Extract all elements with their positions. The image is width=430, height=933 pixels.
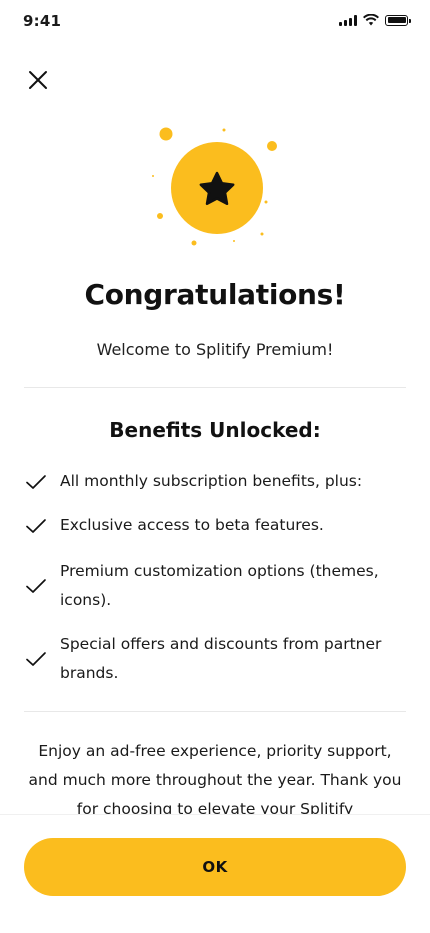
checkmark-icon (26, 518, 46, 533)
cellular-signal-icon (339, 14, 357, 26)
checkmark-icon (26, 474, 46, 489)
benefit-label: All monthly subscription benefits, plus: (60, 472, 363, 490)
status-icons (339, 14, 411, 26)
benefit-item: Special offers and discounts from partne… (24, 630, 406, 688)
battery-icon (385, 14, 411, 26)
benefit-label: Premium customization options (themes, i… (60, 562, 379, 609)
benefit-label: Special offers and discounts from partne… (60, 635, 382, 682)
benefit-label: Exclusive access to beta features. (60, 516, 324, 534)
checkmark-icon (26, 652, 46, 666)
wifi-icon (363, 14, 379, 26)
benefit-item: Premium customization options (themes, i… (24, 557, 406, 615)
divider (24, 387, 406, 388)
divider (24, 711, 406, 712)
checkmark-icon (26, 579, 46, 593)
footer-description: Enjoy an ad-free experience, priority su… (28, 742, 402, 814)
benefits-heading: Benefits Unlocked: (109, 418, 321, 442)
ok-button[interactable]: OK (24, 838, 406, 896)
page-subtitle: Welcome to Splitify Premium! (96, 340, 334, 359)
premium-badge-illustration (0, 118, 430, 258)
status-time: 9:41 (23, 12, 62, 30)
close-button[interactable] (24, 66, 52, 94)
benefit-item: All monthly subscription benefits, plus: (24, 467, 406, 496)
close-icon (29, 71, 47, 89)
benefit-item: Exclusive access to beta features. (24, 511, 406, 540)
page-title: Congratulations! (84, 278, 346, 311)
status-bar: 9:41 (0, 0, 430, 44)
